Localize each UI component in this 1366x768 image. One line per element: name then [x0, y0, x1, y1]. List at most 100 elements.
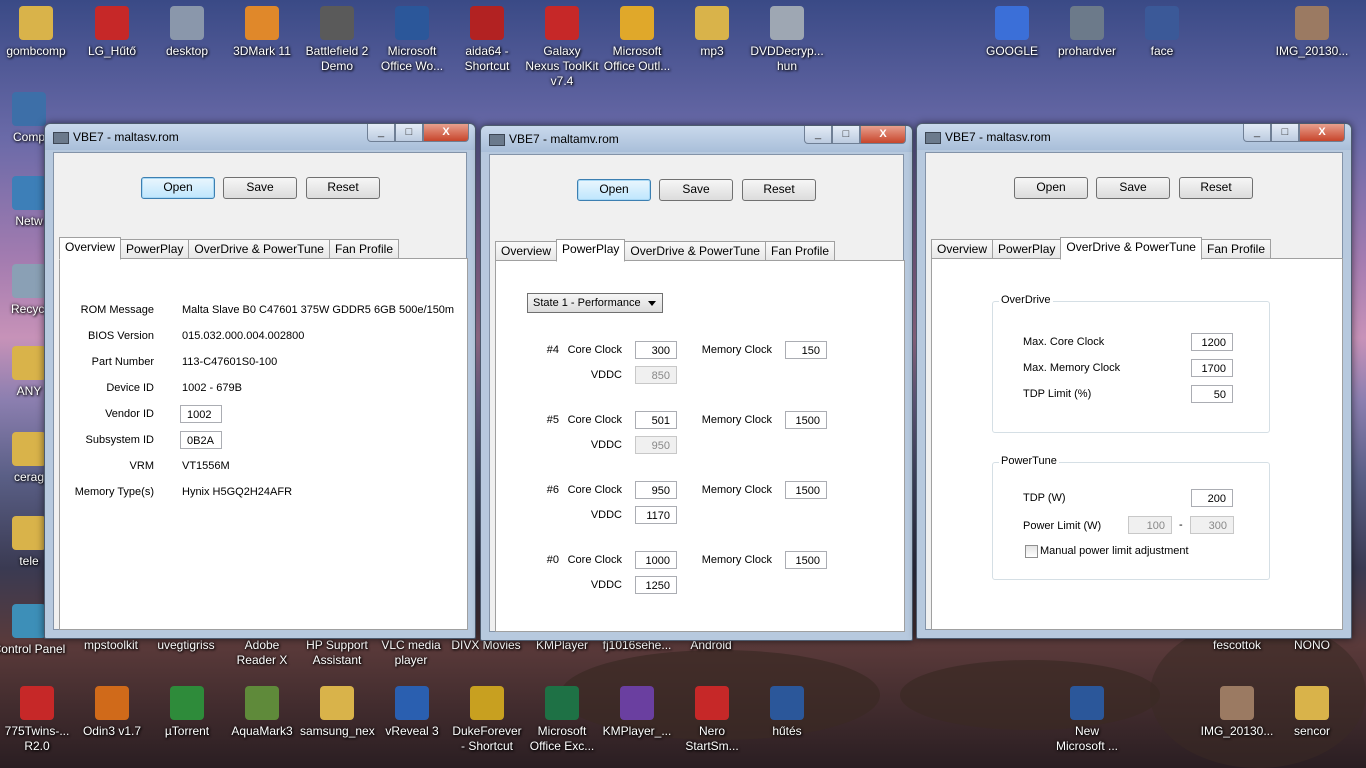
title-bar[interactable]: VBE7 - maltasv.rom _ □ X [45, 124, 475, 150]
memory-clock-field[interactable]: 150 [785, 341, 827, 359]
memory-clock-field[interactable]: 1500 [785, 481, 827, 499]
desktop-icon-lg-h-t[interactable]: LG_Hűtő [75, 6, 149, 59]
core-clock-field[interactable]: 950 [635, 481, 677, 499]
desktop-icon-dvddecryp-hun[interactable]: DVDDecryp... hun [750, 6, 824, 74]
desktop-icon-microsoft-office-wo[interactable]: Microsoft Office Wo... [375, 6, 449, 74]
minimize-button[interactable]: _ [367, 124, 395, 142]
desktop-icon-3dmark-11[interactable]: 3DMark 11 [225, 6, 299, 59]
close-button[interactable]: X [860, 126, 906, 144]
save-button[interactable]: Save [223, 177, 297, 199]
desktop-icon-vreveal-3[interactable]: vReveal 3 [375, 686, 449, 739]
reset-button[interactable]: Reset [306, 177, 380, 199]
title-bar[interactable]: VBE7 - maltasv.rom _ □ X [917, 124, 1351, 150]
desktop-icon-dukeforever-shortcut[interactable]: DukeForever - Shortcut [450, 686, 524, 754]
manual-power-limit-checkbox[interactable] [1025, 545, 1038, 558]
desktop-icon-775twins-r2-0[interactable]: 775Twins-... R2.0 [0, 686, 74, 754]
desktop-icon-label-partial[interactable]: VLC media player [374, 638, 448, 668]
desktop-icon-h-t-s[interactable]: hűtés [750, 686, 824, 739]
tdp-limit-field[interactable]: 50 [1191, 385, 1233, 403]
desktop-icon-desktop[interactable]: desktop [150, 6, 224, 59]
core-clock-field[interactable]: 300 [635, 341, 677, 359]
tab-fan-profile[interactable]: Fan Profile [328, 239, 400, 259]
desktop-icon-aquamark3[interactable]: AquaMark3 [225, 686, 299, 739]
save-button[interactable]: Save [1096, 177, 1170, 199]
desktop-icon-nero-startsm[interactable]: Nero StartSm... [675, 686, 749, 754]
open-button[interactable]: Open [577, 179, 651, 201]
desktop-icon-mp3[interactable]: mp3 [675, 6, 749, 59]
memory-clock-field[interactable]: 1500 [785, 551, 827, 569]
reset-button[interactable]: Reset [742, 179, 816, 201]
maximize-button[interactable]: □ [395, 124, 423, 142]
powertune-group-title: PowerTune [999, 455, 1059, 467]
title-bar[interactable]: VBE7 - maltamv.rom _ □ X [481, 126, 912, 152]
tab-overdrive-powertune[interactable]: OverDrive & PowerTune [1060, 237, 1202, 260]
maximize-button[interactable]: □ [832, 126, 860, 144]
tab-overview[interactable]: Overview [931, 239, 994, 259]
desktop-icon-sencor[interactable]: sencor [1275, 686, 1349, 739]
memory-clock-field[interactable]: 1500 [785, 411, 827, 429]
save-button[interactable]: Save [659, 179, 733, 201]
tab-overdrive-powertune[interactable]: OverDrive & PowerTune [624, 241, 766, 261]
desktop-icon-microsoft-office-exc[interactable]: Microsoft Office Exc... [525, 686, 599, 754]
desktop-icon-galaxy-nexus-toolkit-v7-4[interactable]: Galaxy Nexus ToolKit v7.4 [525, 6, 599, 89]
desktop-icon-label-partial[interactable]: NONO [1275, 638, 1349, 653]
desktop-icon-label-partial[interactable]: mpstoolkit [74, 638, 148, 653]
word-doc-icon [770, 686, 804, 720]
minimize-button[interactable]: _ [804, 126, 832, 144]
core-clock-field[interactable]: 501 [635, 411, 677, 429]
desktop-icon-new-microsoft[interactable]: New Microsoft ... [1050, 686, 1124, 754]
desktop-icon-label-partial[interactable]: Adobe Reader X [225, 638, 299, 668]
desktop-icon-label-partial[interactable]: fescottok [1200, 638, 1274, 653]
vendor-id-field[interactable]: 1002 [180, 405, 222, 423]
desktop-icon-odin3-v1-7[interactable]: Odin3 v1.7 [75, 686, 149, 739]
desktop-icon-microsoft-office-outl[interactable]: Microsoft Office Outl... [600, 6, 674, 74]
desktop-icon-label: Nero StartSm... [685, 724, 739, 753]
subsystem-id-field[interactable]: 0B2A [180, 431, 222, 449]
subsystem-id-label: Subsystem ID [85, 434, 154, 446]
tab-powerplay[interactable]: PowerPlay [120, 239, 190, 259]
minimize-button[interactable]: _ [1243, 124, 1271, 142]
desktop-icon-label-partial[interactable]: HP Support Assistant [300, 638, 374, 668]
open-button[interactable]: Open [141, 177, 215, 199]
vddc-field[interactable]: 1250 [635, 576, 677, 594]
vddc-label: VDDC [590, 509, 622, 521]
state-select[interactable]: State 1 - Performance [527, 293, 663, 313]
desktop-icon-label: vReveal 3 [385, 724, 439, 738]
tab-powerplay[interactable]: PowerPlay [556, 239, 626, 262]
vbe7-window-overdrive: VBE7 - maltasv.rom _ □ X Open Save Reset… [916, 123, 1352, 639]
settings-doc-icon [170, 6, 204, 40]
close-button[interactable]: X [423, 124, 469, 142]
max-memory-clock-field[interactable]: 1700 [1191, 359, 1233, 377]
maximize-button[interactable]: □ [1271, 124, 1299, 142]
desktop-icon-img-20130[interactable]: IMG_20130... [1275, 6, 1349, 59]
open-button[interactable]: Open [1014, 177, 1088, 199]
max-core-clock-field[interactable]: 1200 [1191, 333, 1233, 351]
aida64-icon [470, 6, 504, 40]
desktop-icon-kmplayer[interactable]: KMPlayer_... [600, 686, 674, 739]
desktop-icon-label-partial[interactable]: uvegtigriss [149, 638, 223, 653]
desktop-icon-torrent[interactable]: µTorrent [150, 686, 224, 739]
desktop-icon-samsung-nex[interactable]: samsung_nex [300, 686, 375, 739]
tab-overview[interactable]: Overview [495, 241, 558, 261]
tab-powerplay[interactable]: PowerPlay [992, 239, 1062, 259]
core-clock-field[interactable]: 1000 [635, 551, 677, 569]
desktop-icon-face[interactable]: face [1125, 6, 1199, 59]
reset-button[interactable]: Reset [1179, 177, 1253, 199]
tab-fan-profile[interactable]: Fan Profile [764, 241, 836, 261]
desktop-icon-aida64-shortcut[interactable]: aida64 - Shortcut [450, 6, 524, 74]
tab-overview[interactable]: Overview [59, 237, 122, 260]
desktop-icon-gombcomp[interactable]: gombcomp [0, 6, 73, 59]
close-button[interactable]: X [1299, 124, 1345, 142]
powerplay-panel: State 1 - Performance #4 Core Clock 300 … [495, 260, 905, 632]
desktop-icon-label: New Microsoft ... [1055, 724, 1118, 753]
desktop-icon-label: DukeForever - Shortcut [452, 724, 522, 753]
tab-overdrive-powertune[interactable]: OverDrive & PowerTune [188, 239, 330, 259]
desktop-icon-prohardver[interactable]: prohardver [1050, 6, 1124, 59]
tdp-field[interactable]: 200 [1191, 489, 1233, 507]
desktop-icon-battlefield-2-demo[interactable]: Battlefield 2 Demo [300, 6, 374, 74]
desktop-icon-google[interactable]: GOOGLE [975, 6, 1049, 59]
vddc-field[interactable]: 1170 [635, 506, 677, 524]
tab-fan-profile[interactable]: Fan Profile [1200, 239, 1272, 259]
desktop-icon-img-20130[interactable]: IMG_20130... [1200, 686, 1274, 739]
rom-message-label: ROM Message [80, 304, 154, 316]
